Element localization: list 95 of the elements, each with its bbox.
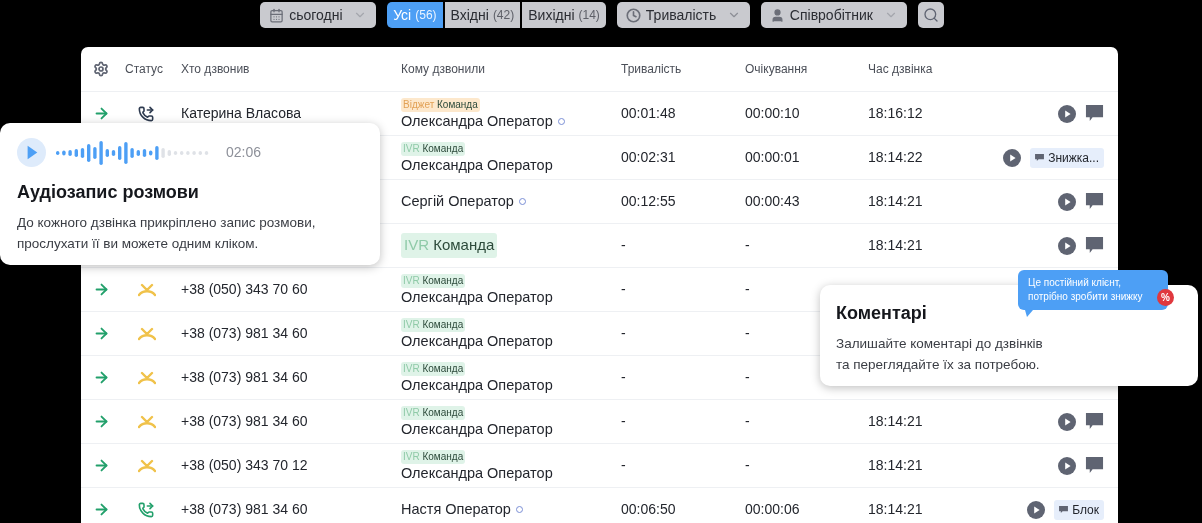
call-type-tab[interactable]: Вихідні (14) <box>522 2 606 28</box>
settings-icon[interactable] <box>93 61 109 77</box>
wait-text: 00:00:01 <box>744 148 801 167</box>
column-header: Час дзвінка <box>867 61 934 78</box>
wait-text: 00:00:06 <box>744 500 801 519</box>
duration-text: 00:01:48 <box>620 104 677 123</box>
incoming-arrow-icon <box>93 369 110 386</box>
column-header: Статус <box>124 61 164 78</box>
wait-text: 00:00:43 <box>744 192 801 211</box>
calendar-icon <box>269 7 285 23</box>
comment-icon[interactable] <box>1085 456 1104 475</box>
duration-text: - <box>620 412 627 431</box>
caller-text: +38 (073) 981 34 60 <box>181 369 308 385</box>
source-tag: IVR Команда <box>401 273 466 288</box>
source-tag: IVR Команда <box>401 317 466 332</box>
comments-card-title: Коментарі <box>836 302 927 325</box>
wait-text: - <box>744 368 751 387</box>
source-tag: IVR Команда <box>401 233 498 258</box>
operator-text: Олександра Оператор <box>401 420 553 438</box>
duration-text: - <box>620 280 627 299</box>
source-tag: IVR Команда <box>401 361 466 376</box>
column-header: Очікування <box>744 61 809 78</box>
column-header: Хто дзвонив <box>180 61 251 78</box>
comment-icon[interactable] <box>1085 236 1104 255</box>
duration-text: 00:02:31 <box>620 148 677 167</box>
comment-icon[interactable] <box>1085 412 1104 431</box>
operator-text: Сергій Оператор <box>401 193 514 210</box>
date-filter[interactable]: сьогодні <box>260 2 377 28</box>
person-icon <box>769 7 785 23</box>
employee-filter[interactable]: Співробітник <box>760 2 907 28</box>
source-tag: IVR Команда <box>401 449 466 464</box>
call-type-tab[interactable]: Вхідні (42) <box>444 2 521 28</box>
source-tag: Віджет Команда <box>401 97 480 112</box>
play-icon[interactable] <box>1058 236 1076 255</box>
incoming-arrow-icon <box>93 457 110 474</box>
play-icon[interactable] <box>1058 456 1076 475</box>
wait-text: - <box>744 236 751 255</box>
operator-text: Олександра Оператор <box>401 288 553 306</box>
caller-text: Катерина Власова <box>181 105 301 121</box>
duration-filter[interactable]: Тривалість <box>616 2 750 28</box>
play-icon[interactable] <box>1058 104 1076 123</box>
comment-icon <box>1059 505 1069 514</box>
column-header: Тривалість <box>620 61 683 78</box>
duration-text: - <box>620 368 627 387</box>
duration-text: 00:12:55 <box>620 192 677 211</box>
duration-text: 00:06:50 <box>620 500 677 519</box>
source-tag: IVR Команда <box>401 405 466 420</box>
call-time-text: 18:14:22 <box>868 149 923 165</box>
operator-text: Олександра Оператор <box>401 464 553 482</box>
call-time-text: 18:14:21 <box>868 193 923 209</box>
comment-icon <box>1035 153 1045 162</box>
audio-duration: 02:06 <box>226 143 262 162</box>
call-time-text: 18:14:21 <box>868 413 923 429</box>
play-icon[interactable] <box>1058 412 1076 431</box>
play-icon[interactable] <box>1058 192 1076 211</box>
caller-text: +38 (050) 343 70 12 <box>181 457 308 473</box>
wait-text: - <box>744 456 751 475</box>
call-time-text: 18:14:21 <box>868 501 923 517</box>
play-icon[interactable] <box>1027 500 1046 519</box>
comments-card-text: Залишайте коментарі до дзвінків та переглядайте їх за потребою. <box>836 335 1044 374</box>
search-button[interactable] <box>917 2 944 28</box>
incoming-arrow-icon <box>93 413 110 430</box>
caller-text: +38 (073) 981 34 60 <box>181 413 308 429</box>
duration-text: - <box>620 324 627 343</box>
incoming-arrow-icon <box>93 325 110 342</box>
operator-text: Олександра Оператор <box>401 112 553 130</box>
wait-text: 00:00:10 <box>744 104 801 123</box>
comment-note[interactable]: Блок <box>1054 499 1104 520</box>
call-time-text: 18:14:21 <box>868 457 923 473</box>
call-time-text: 18:16:12 <box>868 105 923 121</box>
play-icon[interactable] <box>1003 148 1022 167</box>
operator-text: Олександра Оператор <box>401 156 553 174</box>
operator-text: Настя Оператор <box>401 501 511 518</box>
column-header: Кому дзвонили <box>400 61 486 78</box>
comment-note[interactable]: Знижка... <box>1030 147 1104 168</box>
incoming-arrow-icon <box>93 281 110 298</box>
operator-text: Олександра Оператор <box>401 332 553 350</box>
incoming-arrow-icon <box>93 105 110 122</box>
search-icon <box>922 7 939 23</box>
audio-card-title: Аудіозапис розмови <box>17 181 200 204</box>
play-icon[interactable] <box>17 138 46 167</box>
clock-icon <box>625 7 641 23</box>
comment-icon[interactable] <box>1085 192 1104 211</box>
caller-text: +38 (073) 981 34 60 <box>181 325 308 341</box>
caller-text: +38 (073) 981 34 60 <box>181 501 308 517</box>
call-time-text: 18:14:21 <box>868 237 923 253</box>
caller-text: +38 (050) 343 70 60 <box>181 281 308 297</box>
wait-text: - <box>744 280 751 299</box>
duration-text: - <box>620 456 627 475</box>
duration-text: - <box>620 236 627 255</box>
comment-icon[interactable] <box>1085 104 1104 123</box>
wait-text: - <box>744 412 751 431</box>
operator-text: Олександра Оператор <box>401 376 553 394</box>
source-tag: IVR Команда <box>401 141 466 156</box>
audio-card-text: До кожного дзвінка прикріплено запис розмови, прослухати її ви можете одним кліком. <box>17 214 317 253</box>
